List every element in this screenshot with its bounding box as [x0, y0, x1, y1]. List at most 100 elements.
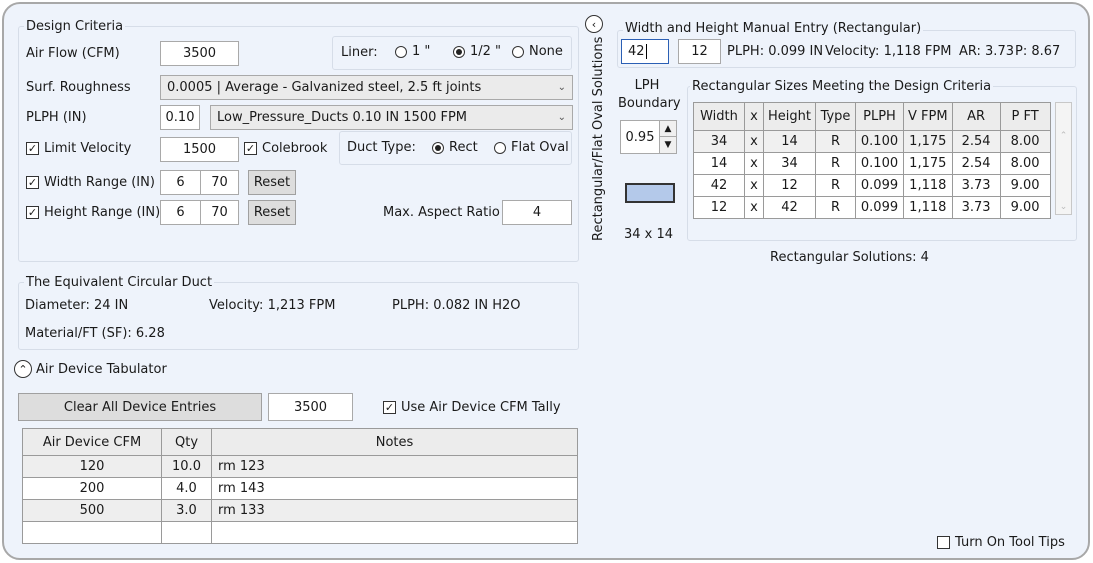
width-max-input[interactable]: 70 — [200, 170, 239, 195]
height-max-input[interactable]: 70 — [200, 200, 239, 225]
table-cell: 3.73 — [951, 174, 1001, 197]
checkbox-checked: ✓ — [26, 206, 39, 219]
table-row[interactable]: 14 x 34 R 0.100 1,175 2.54 8.00 — [693, 152, 1051, 175]
table-cell[interactable]: 500 — [22, 499, 162, 522]
clear-device-entries-button[interactable]: Clear All Device Entries — [18, 393, 262, 421]
column-header[interactable]: P FT — [999, 102, 1051, 131]
table-cell: x — [744, 196, 764, 219]
liner-radio-half-in[interactable]: 1/2 " — [453, 44, 501, 59]
spinner-down-icon[interactable]: ▼ — [660, 137, 676, 153]
duct-type-radio-rect[interactable]: Rect — [432, 140, 478, 155]
table-cell[interactable]: rm 143 — [211, 477, 578, 500]
table-cell: 12 — [693, 196, 745, 219]
air-flow-input[interactable]: 3500 — [160, 41, 239, 66]
use-cfm-tally-checkbox[interactable]: ✓ Use Air Device CFM Tally — [383, 400, 561, 415]
table-cell: 2.54 — [951, 130, 1001, 153]
rect-sizes-title: Rectangular Sizes Meeting the Design Cri… — [690, 79, 994, 94]
tool-tips-checkbox[interactable]: Turn On Tool Tips — [937, 535, 1065, 550]
lph-boundary-spinner[interactable]: ▲ ▼ — [659, 120, 677, 154]
width-range-checkbox[interactable]: ✓ Width Range (IN) — [26, 175, 155, 190]
checkbox-checked: ✓ — [244, 142, 257, 155]
scroll-down-icon[interactable]: ⌄ — [1056, 202, 1071, 212]
column-header[interactable]: V FPM — [903, 102, 953, 131]
table-cell[interactable]: 120 — [22, 455, 162, 478]
equivalent-plph: PLPH: 0.082 IN H2O — [392, 298, 521, 313]
column-header[interactable]: Qty — [161, 428, 212, 456]
manual-width-input[interactable]: 42 — [621, 39, 669, 64]
table-row[interactable]: 200 4.0 rm 143 — [22, 477, 578, 500]
column-header[interactable]: Type — [815, 102, 856, 131]
lph-boundary-input[interactable]: 0.95 — [620, 120, 660, 154]
air-device-tabulator-label: Air Device Tabulator — [36, 362, 167, 377]
table-cell: 0.100 — [855, 152, 904, 175]
table-row-selected[interactable]: 34 x 14 R 0.100 1,175 2.54 8.00 — [693, 130, 1051, 153]
table-cell: 3.73 — [951, 196, 1001, 219]
duct-type-label: Duct Type: — [347, 140, 416, 155]
surf-roughness-select[interactable]: 0.0005 | Average - Galvanized steel, 2.5… — [160, 75, 573, 100]
plph-input[interactable]: 0.10 — [160, 105, 200, 130]
table-row-new[interactable] — [22, 521, 578, 544]
table-header-row: Air Device CFM Qty Notes — [22, 428, 578, 456]
width-reset-button[interactable]: Reset — [248, 170, 296, 195]
plph-preset-select[interactable]: Low_Pressure_Ducts 0.10 IN 1500 FPM ⌄ — [210, 105, 573, 130]
width-min-input[interactable]: 6 — [160, 170, 201, 195]
equivalent-duct-title: The Equivalent Circular Duct — [24, 275, 215, 290]
lph-boundary-title-line2: Boundary — [618, 96, 681, 111]
max-aspect-input[interactable]: 4 — [502, 200, 572, 225]
height-range-checkbox[interactable]: ✓ Height Range (IN) — [26, 205, 160, 220]
column-header[interactable]: Notes — [211, 428, 578, 456]
table-cell[interactable] — [161, 521, 212, 544]
table-cell[interactable]: rm 123 — [211, 455, 578, 478]
limit-velocity-input[interactable]: 1500 — [160, 137, 239, 162]
table-cell[interactable]: 4.0 — [161, 477, 212, 500]
table-cell[interactable]: 3.0 — [161, 499, 212, 522]
limit-velocity-checkbox[interactable]: ✓ Limit Velocity — [26, 141, 131, 156]
colebrook-checkbox[interactable]: ✓ Colebrook — [244, 141, 327, 156]
column-header[interactable]: Air Device CFM — [22, 428, 162, 456]
table-cell[interactable]: rm 133 — [211, 499, 578, 522]
column-header[interactable]: x — [744, 102, 764, 131]
equivalent-material: Material/FT (SF): 6.28 — [25, 326, 165, 341]
column-header[interactable]: Width — [693, 102, 745, 131]
device-cfm-total-input[interactable]: 3500 — [268, 393, 353, 421]
liner-radio-none[interactable]: None — [512, 44, 563, 59]
table-row[interactable]: 120 10.0 rm 123 — [22, 455, 578, 478]
manual-entry-title: Width and Height Manual Entry (Rectangul… — [623, 21, 924, 36]
table-cell[interactable]: 10.0 — [161, 455, 212, 478]
table-row[interactable]: 42 x 12 R 0.099 1,118 3.73 9.00 — [693, 174, 1051, 197]
table-cell[interactable] — [211, 521, 578, 544]
column-header[interactable]: PLPH — [855, 102, 904, 131]
rect-sizes-scrollbar[interactable]: ⌃ ⌄ — [1055, 102, 1072, 215]
liner-radio-1in[interactable]: 1 " — [395, 44, 430, 59]
column-header[interactable]: AR — [951, 102, 1001, 131]
chevron-left-circle-icon[interactable]: ‹ — [585, 15, 603, 33]
table-cell: 1,175 — [903, 152, 953, 175]
air-flow-label: Air Flow (CFM) — [26, 46, 120, 61]
table-row[interactable]: 12 x 42 R 0.099 1,118 3.73 9.00 — [693, 196, 1051, 219]
table-cell[interactable]: 200 — [22, 477, 162, 500]
radio-circle-selected — [432, 141, 444, 154]
table-header-row: Width x Height Type PLPH V FPM AR P FT — [693, 102, 1051, 131]
colebrook-label: Colebrook — [262, 141, 328, 156]
table-cell: 9.00 — [999, 174, 1051, 197]
manual-height-input[interactable]: 12 — [678, 39, 721, 64]
table-cell: R — [815, 174, 856, 197]
spinner-up-icon[interactable]: ▲ — [660, 121, 676, 137]
table-cell[interactable] — [22, 521, 162, 544]
table-row[interactable]: 500 3.0 rm 133 — [22, 499, 578, 522]
app-window: Design Criteria Air Flow (CFM) 3500 Line… — [2, 2, 1090, 560]
design-criteria-title: Design Criteria — [24, 19, 126, 34]
height-min-input[interactable]: 6 — [160, 200, 201, 225]
checkbox-checked: ✓ — [26, 142, 39, 155]
rect-solutions-count: Rectangular Solutions: 4 — [770, 250, 929, 265]
table-cell: 9.00 — [999, 196, 1051, 219]
liner-option-label: 1 " — [412, 44, 431, 59]
duct-type-radio-flat-oval[interactable]: Flat Oval — [494, 140, 569, 155]
chevron-up-circle-icon[interactable]: ⌃ — [14, 360, 32, 378]
width-range-label: Width Range (IN) — [44, 175, 155, 190]
column-header[interactable]: Height — [763, 102, 816, 131]
air-device-table: Air Device CFM Qty Notes 120 10.0 rm 123… — [22, 428, 578, 544]
height-reset-button[interactable]: Reset — [248, 200, 296, 225]
scroll-up-icon[interactable]: ⌃ — [1056, 131, 1071, 141]
radio-circle — [395, 45, 407, 58]
